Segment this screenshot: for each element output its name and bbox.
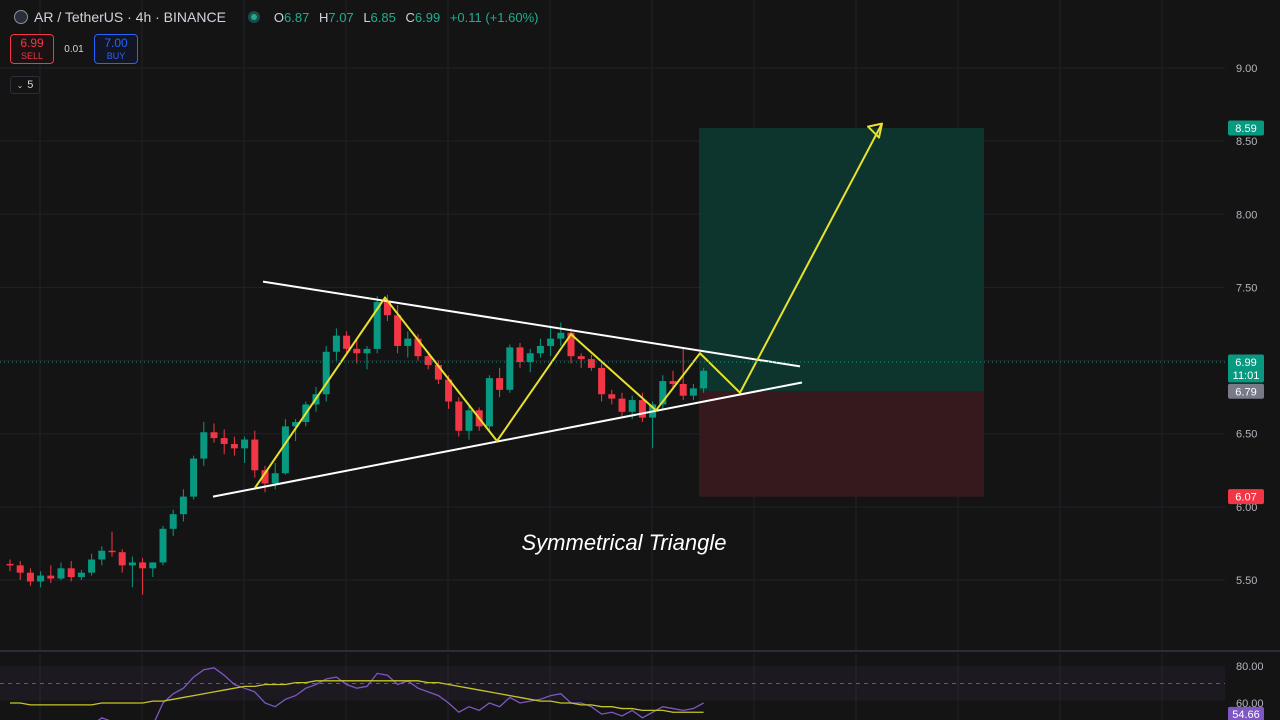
price-axis-tick: 8.00 xyxy=(1236,209,1257,221)
candle-body xyxy=(547,338,555,346)
candle-body xyxy=(169,514,177,529)
rsi-axis-tick: 80.00 xyxy=(1236,661,1264,673)
price-axis-tick: 8.50 xyxy=(1236,136,1257,148)
low-value: 6.85 xyxy=(370,9,396,25)
candle-body xyxy=(455,401,463,431)
candle-body xyxy=(587,359,595,368)
candle-body xyxy=(689,388,697,396)
candle-body xyxy=(220,438,228,444)
candle-body xyxy=(496,378,504,390)
close-value: 6.99 xyxy=(414,9,441,25)
pattern-title: Symmetrical Triangle xyxy=(522,530,727,555)
chevron-down-icon: ⌄ xyxy=(16,80,24,90)
high-value: 7.07 xyxy=(328,9,354,25)
candle-body xyxy=(526,353,534,363)
target-zone xyxy=(699,127,984,392)
indicators-count: 5 xyxy=(27,79,34,91)
candle-body xyxy=(485,378,493,427)
rsi-value-label: 54.66 xyxy=(1232,709,1260,720)
symbol-logo-icon xyxy=(14,10,28,24)
stop-price-label: 6.07 xyxy=(1235,492,1256,504)
candle-body xyxy=(700,370,708,389)
candle-body xyxy=(241,439,249,449)
candle-body xyxy=(638,400,646,418)
candle-body xyxy=(394,315,402,346)
candle-body xyxy=(16,565,24,573)
candle-body xyxy=(679,383,687,396)
candle-body xyxy=(26,572,34,582)
candle-body xyxy=(98,550,106,560)
candle-body xyxy=(37,575,45,582)
price-axis[interactable]: 9.008.508.007.506.506.005.50 xyxy=(1236,63,1257,587)
indicators-collapse-button[interactable]: ⌄ 5 xyxy=(10,76,40,94)
candle-body xyxy=(159,528,167,563)
low-label: L xyxy=(363,9,371,25)
close-label: C xyxy=(405,9,415,25)
entry-price-label: 6.79 xyxy=(1235,386,1256,398)
symbol-header: AR / TetherUS · 4h · BINANCE O6.87 H7.07… xyxy=(14,9,544,25)
candle-body xyxy=(200,432,208,459)
high-label: H xyxy=(318,9,329,25)
candle-body xyxy=(618,398,626,412)
grid-lines xyxy=(0,0,1225,720)
sell-label: SELL xyxy=(20,51,44,61)
candle-body xyxy=(465,410,473,431)
market-open-status-icon xyxy=(247,11,260,23)
candle-body xyxy=(598,367,606,395)
candle-body xyxy=(332,335,340,352)
candle-body xyxy=(77,572,85,578)
candle-body xyxy=(271,473,279,484)
candle-body xyxy=(251,439,259,471)
open-value: 6.87 xyxy=(284,9,310,25)
candle-body xyxy=(88,559,96,573)
price-axis-tick: 6.50 xyxy=(1236,429,1257,441)
candle-body xyxy=(230,443,238,449)
chart-canvas[interactable]: Symmetrical Triangle 9.00 8.50 8.00 7.50 6.5… xyxy=(0,0,1280,720)
open-label: O xyxy=(273,9,285,25)
candle-body xyxy=(118,552,126,566)
candle-body xyxy=(210,432,218,439)
candle-body xyxy=(363,348,371,354)
price-axis-tick: 7.50 xyxy=(1236,282,1257,294)
last-price-label: 6.99 xyxy=(1235,357,1256,369)
candle-body xyxy=(128,562,136,566)
rsi-pane: 80.0060.0054.66 xyxy=(0,661,1264,720)
ohlc-values: O6.87 H7.07 L6.85 C6.99 +0.11 (+1.60%) xyxy=(274,10,545,25)
candle-body xyxy=(108,550,116,553)
buy-button[interactable]: 7.00 BUY xyxy=(94,34,138,64)
candle-body xyxy=(343,335,351,349)
buy-price: 7.00 xyxy=(104,36,128,50)
symbol-title[interactable]: AR / TetherUS · 4h · BINANCE xyxy=(34,9,226,25)
candle-body xyxy=(506,347,514,390)
stop-zone xyxy=(699,391,984,497)
sell-button[interactable]: 6.99 SELL xyxy=(10,34,54,64)
trade-buttons: 6.99 SELL 0.01 7.00 BUY xyxy=(10,34,138,64)
last-price-label-time: 11:01 xyxy=(1233,370,1260,382)
candle-body xyxy=(557,332,565,339)
candle-body xyxy=(404,338,412,346)
candle-body xyxy=(57,568,65,579)
candle-body xyxy=(628,400,636,412)
candle-body xyxy=(139,562,147,569)
candle-body xyxy=(281,426,289,474)
candle-body xyxy=(516,347,524,363)
candle-body xyxy=(179,496,187,515)
candle-body xyxy=(47,575,55,579)
price-axis-labels: 8.59 6.9911:01 6.79 6.07 xyxy=(1228,120,1264,505)
change-value: +0.11 (+1.60%) xyxy=(449,9,539,25)
candle-body xyxy=(67,568,75,578)
candle-body xyxy=(353,348,361,354)
candle-body xyxy=(536,345,544,354)
candle-body xyxy=(149,562,157,569)
buy-label: BUY xyxy=(106,51,126,61)
sell-price: 6.99 xyxy=(20,36,44,50)
candle-body xyxy=(608,394,616,399)
candle-body xyxy=(577,356,585,360)
candle-body xyxy=(190,458,198,497)
spread-value: 0.01 xyxy=(64,43,84,55)
target-price-label: 8.59 xyxy=(1235,123,1256,135)
price-axis-tick: 5.50 xyxy=(1236,575,1257,587)
candle-body xyxy=(6,563,14,566)
price-axis-tick: 9.00 xyxy=(1236,63,1257,75)
